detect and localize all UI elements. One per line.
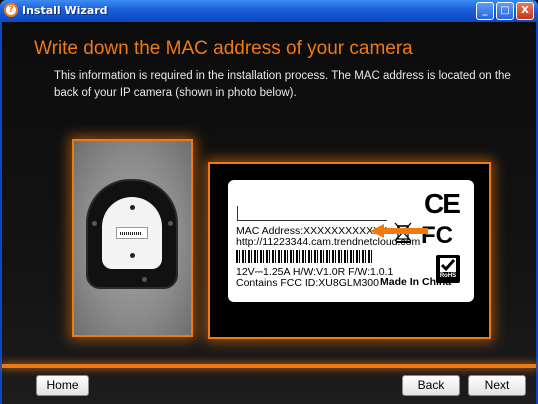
camera-back-plate [102, 197, 162, 269]
rohs-check-icon: RoHS [436, 255, 460, 283]
arrow-left-icon [370, 224, 428, 238]
wizard-icon: ? [4, 3, 18, 17]
title-bar: ? Install Wizard _ □ X [0, 0, 538, 22]
close-button[interactable]: X [516, 2, 534, 20]
barcode [236, 250, 372, 263]
rohs-text: RoHS [439, 273, 457, 279]
camera-screw [168, 221, 173, 226]
mac-label-photo: CE FC MAC Address:XXXXXXXXXXXX http://11… [208, 162, 491, 339]
minimize-button[interactable]: _ [476, 2, 494, 20]
footer-divider [2, 364, 536, 368]
next-button[interactable]: Next [468, 375, 526, 396]
window-title: Install Wizard [22, 4, 108, 17]
camera-screw [142, 277, 147, 282]
cloud-url-text: http://11223344.cam.trendnetcloud.com [236, 236, 421, 248]
camera-dot [130, 253, 135, 258]
home-button[interactable]: Home [36, 375, 89, 396]
mac-label-card: CE FC MAC Address:XXXXXXXXXXXX http://11… [228, 180, 474, 302]
camera-back-photo [72, 139, 193, 337]
camera-screw [92, 221, 97, 226]
page-title: Write down the MAC address of your camer… [34, 38, 413, 59]
checkmark-icon [440, 258, 456, 272]
camera-image [86, 179, 178, 289]
camera-dot [130, 205, 135, 210]
maximize-button[interactable]: □ [496, 2, 514, 20]
ce-mark: CE [424, 188, 461, 219]
label-blank-field [237, 206, 387, 221]
camera-sticker [116, 227, 148, 239]
fcc-id-text: Contains FCC ID:XU8GLM300 [236, 277, 379, 289]
wizard-content: Write down the MAC address of your camer… [0, 22, 538, 404]
back-button[interactable]: Back [402, 375, 460, 396]
page-description: This information is required in the inst… [54, 70, 511, 99]
